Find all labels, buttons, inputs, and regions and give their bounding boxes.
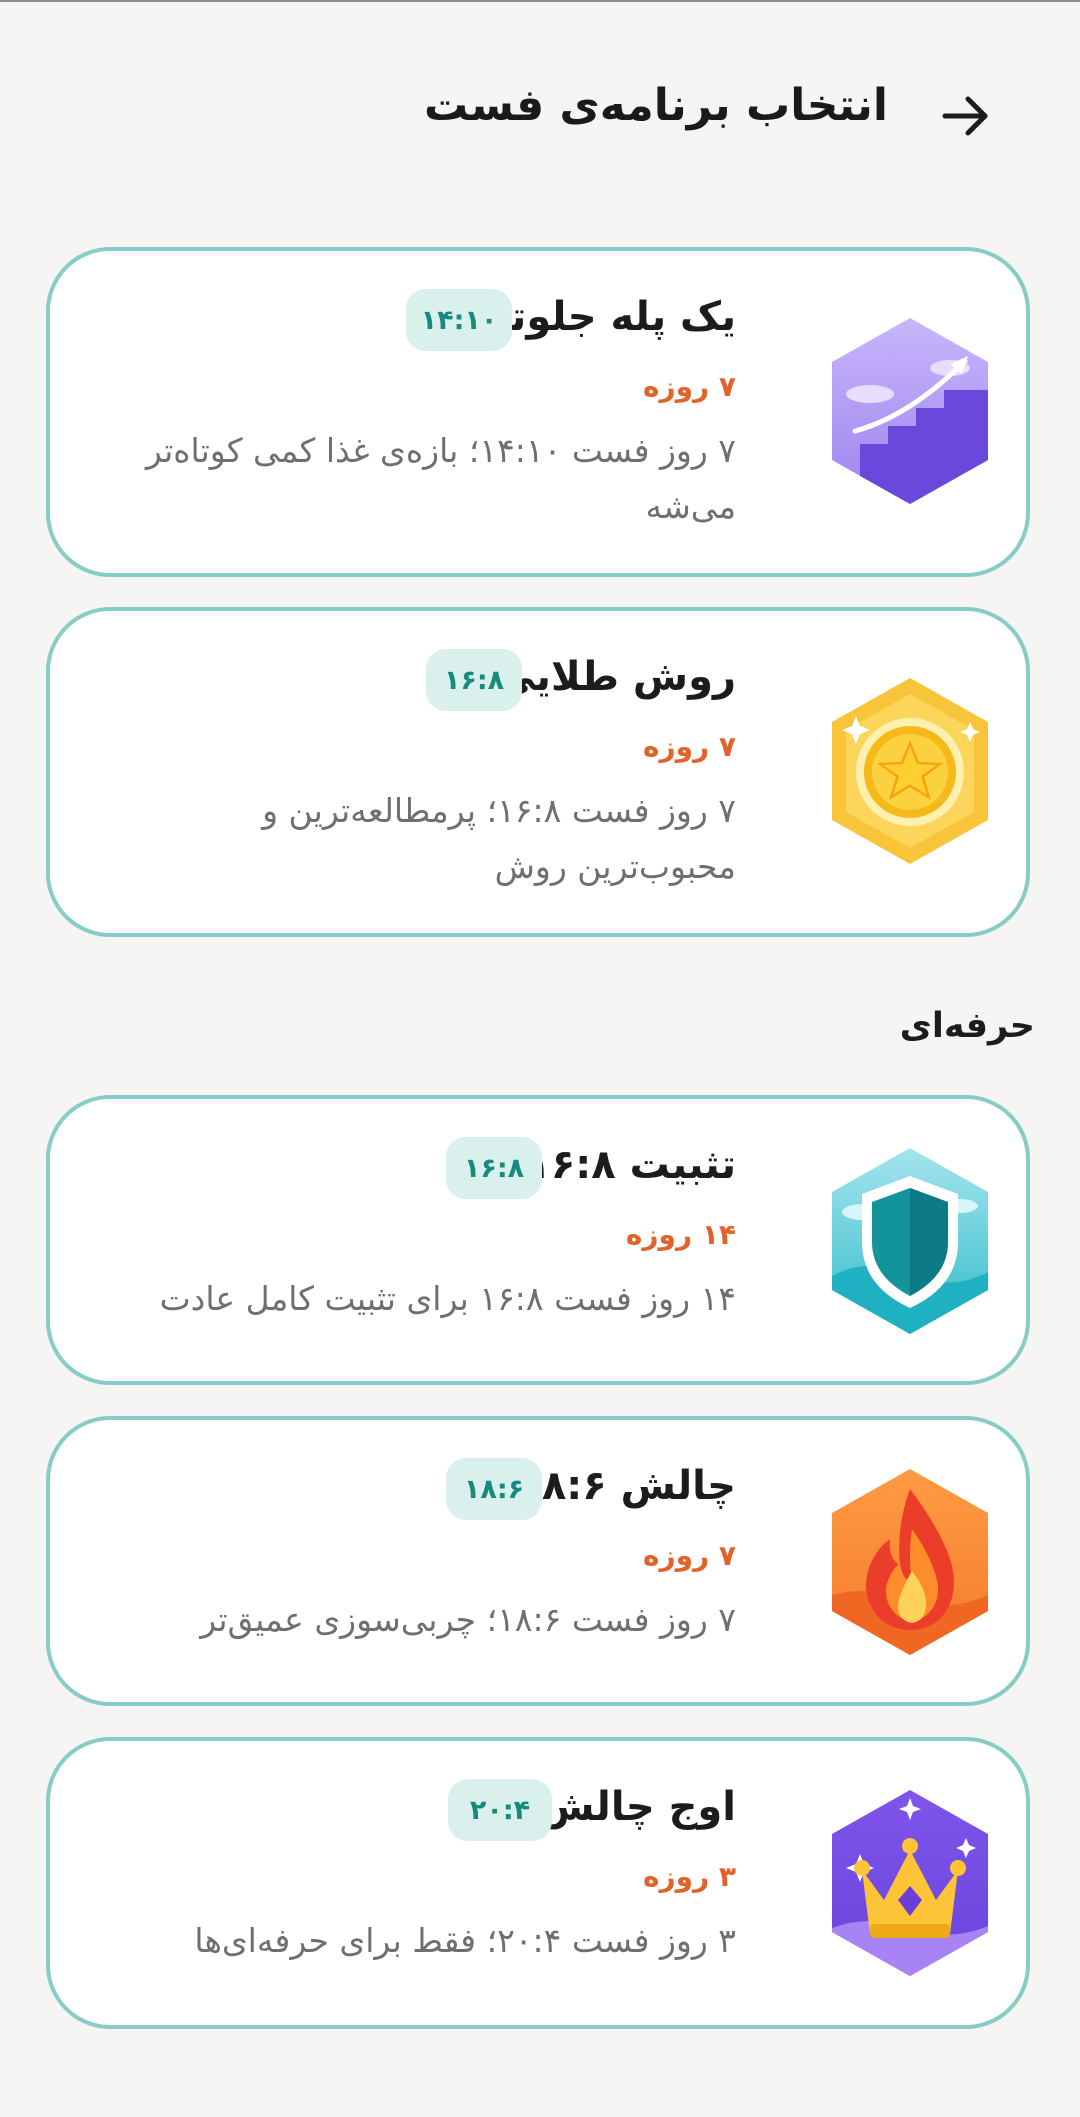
page-header: انتخاب برنامه‌ی فست (0, 60, 1080, 160)
duration-label: ۱۴ روزه (625, 1218, 736, 1251)
plan-description: ۷ روز فست ۱۸:۶؛ چربی‌سوزی عمیق‌تر (200, 1600, 736, 1639)
plan-card-18-6[interactable]: چالش ۱۸:۶ ۱۸:۶ ۷ روزه ۷ روز فست ۱۸:۶؛ چر… (46, 1416, 1030, 1706)
duration-label: ۷ روزه (642, 1539, 736, 1572)
plan-title: چالش ۱۸:۶ (517, 1463, 736, 1509)
stairs-up-icon (832, 318, 988, 504)
plan-card-16-8-golden[interactable]: روش طلایی ۱۶:۸ ۷ روزه ۷ روز فست ۱۶:۸؛ پر… (46, 607, 1030, 937)
ratio-chip: ۱۴:۱۰ (406, 289, 512, 351)
plan-title: تثبیت ۱۶:۸ (526, 1142, 736, 1188)
arrow-right-icon (942, 96, 988, 136)
plan-title: اوج چالش (539, 1784, 736, 1830)
duration-label: ۳ روزه (642, 1860, 736, 1893)
plan-description: ۱۴ روز فست ۱۶:۸ برای تثبیت کامل عادت (159, 1279, 736, 1318)
plan-card-14-10[interactable]: یک پله جلوتر ۱۴:۱۰ ۷ روزه ۷ روز فست ۱۴:۱… (46, 247, 1030, 577)
plan-description: ۳ روز فست ۲۰:۴؛ فقط برای حرفه‌ای‌ها (194, 1921, 736, 1960)
plan-card-16-8-stabilize[interactable]: تثبیت ۱۶:۸ ۱۶:۸ ۱۴ روزه ۱۴ روز فست ۱۶:۸ … (46, 1095, 1030, 1385)
shield-icon (832, 1148, 988, 1334)
section-title: حرفه‌ای (899, 1006, 1035, 1046)
plan-description: ۷ روز فست ۱۴:۱۰؛ بازه‌ی غذا کمی کوتاه‌تر… (145, 431, 736, 526)
page-title: انتخاب برنامه‌ی فست (424, 80, 888, 131)
plan-title: یک پله جلوتر (486, 294, 736, 340)
plan-card-20-4[interactable]: اوج چالش ۲۰:۴ ۳ روزه ۳ روز فست ۲۰:۴؛ فقط… (46, 1737, 1030, 2029)
plan-description: ۷ روز فست ۱۶:۸؛ پرمطالعه‌ترین و محبوب‌تر… (262, 791, 736, 886)
back-button[interactable] (932, 82, 1000, 150)
crown-icon (832, 1790, 988, 1976)
duration-label: ۷ روزه (642, 730, 736, 763)
ratio-chip: ۲۰:۴ (448, 1779, 552, 1841)
status-divider (0, 0, 1080, 2)
ratio-chip: ۱۶:۸ (446, 1137, 542, 1199)
fire-icon (832, 1469, 988, 1655)
ratio-chip: ۱۶:۸ (426, 649, 522, 711)
plan-title: روش طلایی (495, 654, 736, 700)
gold-star-medal-icon (832, 678, 988, 864)
ratio-chip: ۱۸:۶ (446, 1458, 542, 1520)
duration-label: ۷ روزه (642, 370, 736, 403)
